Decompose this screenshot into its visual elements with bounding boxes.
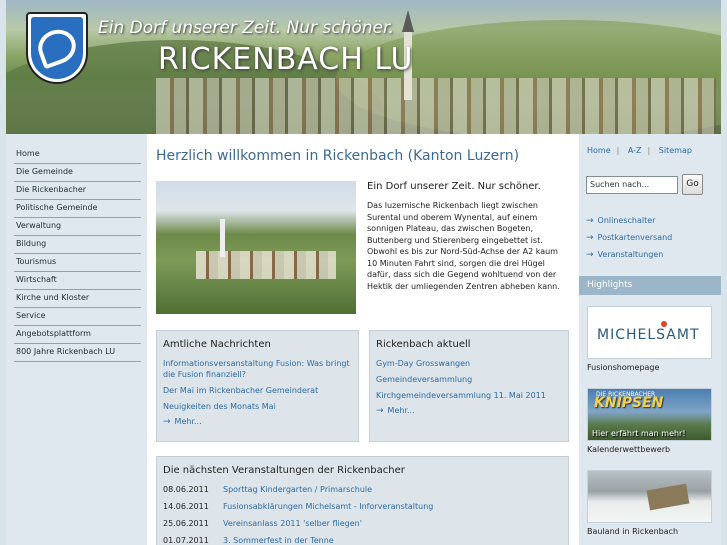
highlight-caption[interactable]: Kalenderwettbewerb [587, 445, 712, 454]
topnav-home-link[interactable]: Home [587, 146, 611, 155]
highlight-calendar[interactable]: DIE RICKENBACHER KNIPSEN Hier erfährt ma… [587, 388, 712, 454]
arrow-right-icon: → [163, 417, 171, 427]
coat-of-arms-icon[interactable] [26, 12, 88, 84]
event-date: 14.06.2011 [163, 502, 209, 511]
quick-links: → Onlineschalter → Postkartenversand → Vera… [586, 216, 672, 267]
logo-dot-icon [661, 321, 667, 327]
nav-item-wirtschaft[interactable]: Wirtschaft [14, 272, 141, 290]
nav-item-service[interactable]: Service [14, 308, 141, 326]
arrow-right-icon: → [586, 233, 594, 243]
quick-link-onlineschalter[interactable]: → Onlineschalter [586, 216, 672, 233]
event-date: 08.06.2011 [163, 485, 209, 494]
intro-text: Das luzernische Rickenbach liegt zwische… [367, 201, 560, 291]
nav-item-tourismus[interactable]: Tourismus [14, 254, 141, 272]
official-news-box: Amtliche Nachrichten Informationsversans… [156, 330, 359, 442]
current-link[interactable]: Gemeindeversammlung [376, 374, 562, 385]
knipsen-banner[interactable]: DIE RICKENBACHER KNIPSEN Hier erfährt ma… [587, 388, 712, 441]
banner-village [156, 78, 716, 134]
nav-item-800-jahre[interactable]: 800 Jahre Rickenbach LU [14, 344, 141, 362]
current-link[interactable]: Kirchgemeindeversammlung 11. Mai 2011 [376, 390, 562, 401]
site-name: RICKENBACH LU [158, 42, 414, 77]
official-news-title: Amtliche Nachrichten [163, 339, 271, 350]
event-link[interactable]: Sporttag Kindergarten / Primarschule [223, 485, 372, 502]
event-row: 25.06.2011 Vereinsanlass 2011 'selber fl… [163, 519, 562, 536]
nav-item-home[interactable]: Home [14, 146, 141, 164]
nav-item-politische-gemeinde[interactable]: Politische Gemeinde [14, 200, 141, 218]
arrow-right-icon: → [586, 250, 594, 260]
search-input[interactable]: Suchen nach... [586, 176, 678, 194]
nav-item-bildung[interactable]: Bildung [14, 236, 141, 254]
event-date: 01.07.2011 [163, 536, 209, 545]
events-box: Die nächsten Veranstaltungen der Rickenb… [156, 456, 569, 545]
event-link[interactable]: 3. Sommerfest in der Tenne [223, 536, 334, 545]
page-title: Herzlich willkommen in Rickenbach (Kanto… [156, 148, 520, 164]
knipsen-big-text: KNIPSEN [594, 395, 664, 411]
left-navigation: Home Die Gemeinde Die Rickenbacher Polit… [6, 134, 147, 545]
nav-item-kirche[interactable]: Kirche und Kloster [14, 290, 141, 308]
news-more-link[interactable]: → Mehr... [163, 417, 352, 427]
current-more-link[interactable]: → Mehr... [376, 406, 562, 416]
highlight-bauland[interactable]: Bauland in Rickenbach [587, 470, 712, 536]
news-link[interactable]: Der Mai im Rickenbacher Gemeinderat [163, 385, 352, 396]
current-news-title: Rickenbach aktuell [376, 339, 471, 350]
topnav-separator: | [616, 146, 620, 155]
topnav-az-link[interactable]: A-Z [628, 146, 642, 155]
bauland-photo[interactable] [587, 470, 712, 523]
event-row: 14.06.2011 Fusionsabklärungen Michelsamt… [163, 502, 562, 519]
event-date: 25.06.2011 [163, 519, 209, 528]
news-link[interactable]: Neuigkeiten des Monats Mai [163, 401, 352, 412]
search-go-button[interactable]: Go [682, 174, 703, 195]
nav-item-angebotsplattform[interactable]: Angebotsplattform [14, 326, 141, 344]
photo-houses [196, 251, 336, 279]
photo-steeple [220, 219, 225, 257]
right-sidebar: Home | A-Z | Sitemap Suchen nach... Go → On… [579, 134, 721, 545]
knipsen-sub-text: Hier erfährt man mehr! [592, 429, 686, 438]
news-link[interactable]: Informationsversanstaltung Fusion: Was b… [163, 358, 352, 380]
event-row: 01.07.2011 3. Sommerfest in der Tenne [163, 536, 562, 545]
intro-block: Ein Dorf unserer Zeit. Nur schöner. Das … [367, 181, 569, 292]
quick-link-veranstaltungen[interactable]: → Veranstaltungen [586, 250, 672, 267]
intro-lead: Ein Dorf unserer Zeit. Nur schöner. [367, 181, 541, 192]
nav-item-verwaltung[interactable]: Verwaltung [14, 218, 141, 236]
topnav-separator: | [647, 146, 651, 155]
current-news-box: Rickenbach aktuell Gym-Day Grosswangen G… [369, 330, 569, 442]
main-content: Herzlich willkommen in Rickenbach (Kanto… [147, 134, 579, 545]
event-row: 08.06.2011 Sporttag Kindergarten / Prima… [163, 485, 562, 502]
quick-link-postkartenversand[interactable]: → Postkartenversand [586, 233, 672, 250]
excavator-icon [646, 483, 690, 511]
michelsamt-logo[interactable]: MICHELSAMT [587, 306, 712, 359]
highlights-header: Highlights [579, 276, 721, 295]
event-link[interactable]: Fusionsabklärungen Michelsamt - Inforver… [223, 502, 433, 519]
current-link[interactable]: Gym-Day Grosswangen [376, 358, 562, 369]
arrow-right-icon: → [586, 216, 594, 226]
top-navigation: Home | A-Z | Sitemap [587, 146, 698, 155]
highlight-caption[interactable]: Bauland in Rickenbach [587, 527, 712, 536]
topnav-sitemap-link[interactable]: Sitemap [659, 146, 692, 155]
arrow-right-icon: → [376, 406, 384, 416]
michelsamt-logo-text: MICHELSAMT [597, 327, 700, 343]
nav-item-rickenbacher[interactable]: Die Rickenbacher [14, 182, 141, 200]
header-banner: Ein Dorf unserer Zeit. Nur schöner. RICK… [6, 0, 721, 134]
nav-item-gemeinde[interactable]: Die Gemeinde [14, 164, 141, 182]
header-slogan: Ein Dorf unserer Zeit. Nur schöner. [98, 18, 394, 38]
highlight-fusion[interactable]: MICHELSAMT Fusionshomepage [587, 306, 712, 372]
village-photo [156, 181, 356, 314]
event-link[interactable]: Vereinsanlass 2011 'selber fliegen' [223, 519, 362, 536]
events-title: Die nächsten Veranstaltungen der Rickenb… [163, 465, 405, 476]
highlight-caption[interactable]: Fusionshomepage [587, 363, 712, 372]
